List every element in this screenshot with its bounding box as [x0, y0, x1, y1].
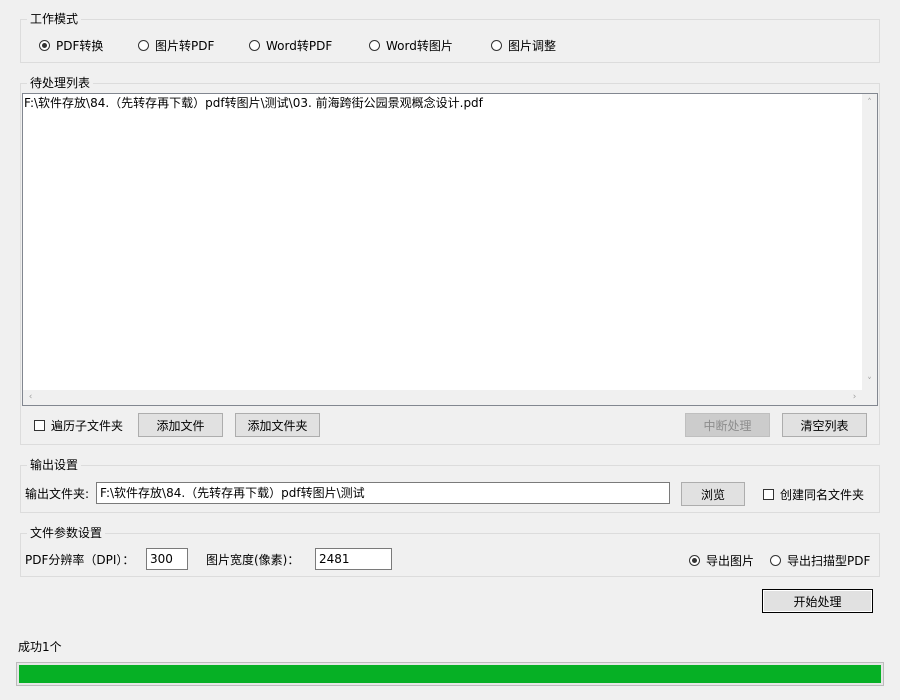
scroll-down-icon[interactable]: ˅ — [862, 375, 877, 390]
radio-word-to-image[interactable]: Word转图片 — [369, 36, 453, 54]
radio-export-scanned-pdf[interactable]: 导出扫描型PDF — [770, 551, 870, 569]
output-folder-label: 输出文件夹: — [25, 487, 90, 501]
scroll-corner — [862, 390, 877, 405]
radio-label: 导出图片 — [706, 553, 755, 568]
file-params-title: 文件参数设置 — [27, 526, 106, 540]
scroll-up-icon[interactable]: ˄ — [862, 96, 877, 111]
dpi-field[interactable]: 300 — [146, 548, 188, 570]
radio-dot[interactable] — [249, 39, 260, 51]
radio-label: 图片转PDF — [155, 38, 215, 53]
image-width-field[interactable]: 2481 — [315, 548, 392, 570]
radio-export-images[interactable]: 导出图片 — [689, 551, 754, 569]
radio-pdf-convert[interactable]: PDF转换 — [39, 36, 103, 54]
add-file-button[interactable]: 添加文件 — [138, 413, 223, 437]
add-folder-button[interactable]: 添加文件夹 — [235, 413, 320, 437]
status-text: 成功1个 — [18, 640, 62, 654]
radio-image-adjust[interactable]: 图片调整 — [491, 36, 556, 54]
image-width-label: 图片宽度(像素)： — [206, 553, 300, 567]
radio-dot-checked[interactable] — [689, 554, 700, 566]
progress-fill — [19, 665, 881, 683]
radio-label: Word转图片 — [386, 38, 453, 53]
checkbox-box[interactable] — [763, 488, 774, 500]
output-folder-field[interactable]: F:\软件存放\84.（先转存再下载）pdf转图片\测试 — [96, 482, 670, 504]
radio-label: 导出扫描型PDF — [787, 553, 871, 568]
browse-button[interactable]: 浏览 — [681, 482, 745, 506]
radio-dot[interactable] — [138, 39, 149, 51]
checkbox-label: 遍历子文件夹 — [51, 418, 124, 433]
radio-label: Word转PDF — [266, 38, 333, 53]
radio-dot[interactable] — [770, 554, 781, 566]
interrupt-button[interactable]: 中断处理 — [685, 413, 770, 437]
scroll-right-icon[interactable]: › — [847, 390, 862, 405]
checkbox-box[interactable] — [34, 419, 45, 431]
clear-list-button[interactable]: 清空列表 — [782, 413, 867, 437]
radio-dot[interactable] — [369, 39, 380, 51]
radio-image-to-pdf[interactable]: 图片转PDF — [138, 36, 214, 54]
file-listbox[interactable]: F:\软件存放\84.（先转存再下载）pdf转图片\测试\03. 前海跨街公园景… — [22, 93, 878, 406]
list-item[interactable]: F:\软件存放\84.（先转存再下载）pdf转图片\测试\03. 前海跨街公园景… — [24, 95, 483, 111]
traverse-subfolders-checkbox[interactable]: 遍历子文件夹 — [34, 416, 123, 434]
vertical-scrollbar[interactable]: ˄ ˅ — [862, 94, 877, 390]
radio-dot-checked[interactable] — [39, 39, 50, 51]
progress-bar — [16, 662, 884, 686]
checkbox-label: 创建同名文件夹 — [780, 487, 865, 502]
output-settings-title: 输出设置 — [27, 458, 82, 472]
horizontal-scrollbar[interactable]: ‹ › — [23, 390, 862, 405]
work-mode-title: 工作模式 — [27, 12, 82, 26]
radio-label: 图片调整 — [508, 38, 557, 53]
radio-dot[interactable] — [491, 39, 502, 51]
dpi-label: PDF分辨率（DPI）： — [25, 553, 135, 567]
scroll-left-icon[interactable]: ‹ — [23, 390, 38, 405]
radio-label: PDF转换 — [56, 38, 104, 53]
create-same-name-folder-checkbox[interactable]: 创建同名文件夹 — [763, 485, 864, 503]
pending-list-title: 待处理列表 — [27, 76, 94, 90]
start-processing-button[interactable]: 开始处理 — [762, 589, 873, 613]
radio-word-to-pdf[interactable]: Word转PDF — [249, 36, 332, 54]
